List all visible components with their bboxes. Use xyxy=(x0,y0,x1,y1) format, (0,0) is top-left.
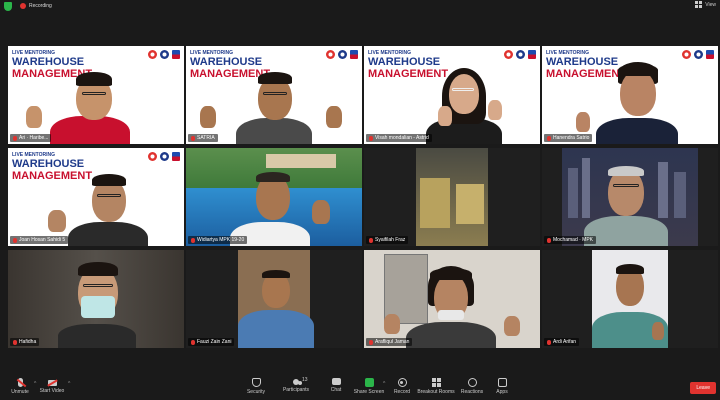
top-bar: Recording View xyxy=(0,0,720,14)
video-off-icon xyxy=(47,380,57,386)
muted-mic-icon xyxy=(13,135,17,141)
smiley-icon xyxy=(467,378,477,387)
video-tile[interactable]: LIVE MENTORING WAREHOUSE MANAGEMENT Joan … xyxy=(8,148,184,246)
video-tile[interactable]: Syaifilah Fraz xyxy=(364,148,540,246)
thumbs-up xyxy=(652,322,664,340)
participant-name-tag: Joan Hosan Sahidi 5 xyxy=(10,236,69,244)
participants-count: 13 xyxy=(302,377,308,383)
grid-view-icon xyxy=(695,1,703,8)
recording-indicator[interactable]: Recording xyxy=(20,1,52,11)
breakout-rooms-icon xyxy=(431,378,441,387)
participant-name-tag: Fauzi Zain Zani xyxy=(188,338,235,346)
sponsor-logos xyxy=(148,50,180,59)
thumbs-up xyxy=(488,100,502,120)
participant-name-tag: Mochamad · MPK xyxy=(544,236,597,244)
muted-mic-icon xyxy=(547,135,551,141)
participant-name-tag: Widiartya MPK 19-20 xyxy=(188,236,248,244)
view-button[interactable]: View xyxy=(695,1,716,8)
muted-mic-icon xyxy=(369,135,373,141)
warehouse-video xyxy=(416,148,488,246)
participant-name-tag: Arafliqul Jaman xyxy=(366,338,413,346)
muted-microphone-icon xyxy=(17,378,23,387)
participant-name-tag: Visah mondalian - Astrid xyxy=(366,134,432,142)
thumbs-up xyxy=(312,200,330,224)
meeting-toolbar: Unmute ^ Start Video ^ Security Particip… xyxy=(0,374,720,400)
participant-name-tag: Ari · Haribe... xyxy=(10,134,52,142)
shield-icon xyxy=(251,378,261,387)
thumbs-up xyxy=(26,106,42,128)
share-screen-icon xyxy=(364,378,374,387)
participant-name-tag: Ardi Arifan xyxy=(544,338,580,346)
start-video-button[interactable]: Start Video xyxy=(32,378,72,394)
muted-mic-icon xyxy=(191,135,195,141)
thumbs-up xyxy=(576,112,590,132)
security-shield-icon[interactable] xyxy=(4,2,12,11)
sponsor-logos xyxy=(682,50,714,59)
thumbs-up xyxy=(384,314,400,334)
muted-mic-icon xyxy=(13,339,17,345)
thumbs-up xyxy=(200,106,216,128)
recording-label: Recording xyxy=(29,3,52,9)
participant-name-tag: Syaifilah Fraz xyxy=(366,236,409,244)
thumbs-up xyxy=(438,106,452,126)
video-tile[interactable]: LIVE MENTORING WAREHOUSE MANAGEMENT Visah… xyxy=(364,46,540,144)
video-tile-active-speaker[interactable]: LIVE MENTORING WAREHOUSE MANAGEMENT Hanen… xyxy=(542,46,718,144)
apps-button[interactable]: Apps xyxy=(482,378,522,395)
face-mask xyxy=(438,310,464,320)
leave-button[interactable]: Leave xyxy=(690,382,716,394)
thumbs-up xyxy=(48,210,66,232)
video-tile[interactable]: Widiartya MPK 19-20 xyxy=(186,148,362,246)
video-tile[interactable]: LIVE MENTORING WAREHOUSE MANAGEMENT Ari ·… xyxy=(8,46,184,144)
thumbs-up xyxy=(504,316,520,336)
security-button[interactable]: Security xyxy=(236,378,276,395)
record-icon xyxy=(397,378,407,387)
video-tile[interactable]: Ardi Arifan xyxy=(542,250,718,348)
muted-mic-icon xyxy=(13,237,17,243)
recording-dot-icon xyxy=(20,3,26,9)
participants-button[interactable]: Participants xyxy=(276,378,316,393)
chat-bubble-icon xyxy=(331,378,341,385)
video-tile[interactable]: LIVE MENTORING WAREHOUSE MANAGEMENT SATRI… xyxy=(186,46,362,144)
view-label: View xyxy=(705,1,716,8)
muted-mic-icon xyxy=(369,339,373,345)
muted-mic-icon xyxy=(191,339,195,345)
video-tile[interactable]: Fauzi Zain Zani xyxy=(186,250,362,348)
sponsor-logos xyxy=(326,50,358,59)
participant-name-tag: Hanendra Satrio xyxy=(544,134,593,142)
video-tile[interactable]: Hafidha xyxy=(8,250,184,348)
apps-icon xyxy=(497,378,507,387)
breakout-rooms-button[interactable]: Breakout Rooms xyxy=(416,378,456,395)
sponsor-logos xyxy=(504,50,536,59)
video-tile[interactable]: Mochamad · MPK xyxy=(542,148,718,246)
muted-mic-icon xyxy=(369,237,373,243)
muted-mic-icon xyxy=(547,237,551,243)
participants-icon xyxy=(293,379,299,385)
muted-mic-icon xyxy=(547,339,551,345)
video-tile[interactable]: Arafliqul Jaman xyxy=(364,250,540,348)
banner-title: WAREHOUSE MANAGEMENT xyxy=(368,56,449,80)
muted-mic-icon xyxy=(191,237,195,243)
face-mask xyxy=(81,296,115,318)
participant-name-tag: Hafidha xyxy=(10,338,40,346)
sponsor-logos xyxy=(148,152,180,161)
thumbs-up xyxy=(326,106,342,128)
participant-name-tag: SATRIA xyxy=(188,134,218,142)
building-background xyxy=(266,154,336,168)
banner-title: WAREHOUSE MANAGEMENT xyxy=(12,158,93,182)
video-options-caret-icon[interactable]: ^ xyxy=(68,381,70,387)
